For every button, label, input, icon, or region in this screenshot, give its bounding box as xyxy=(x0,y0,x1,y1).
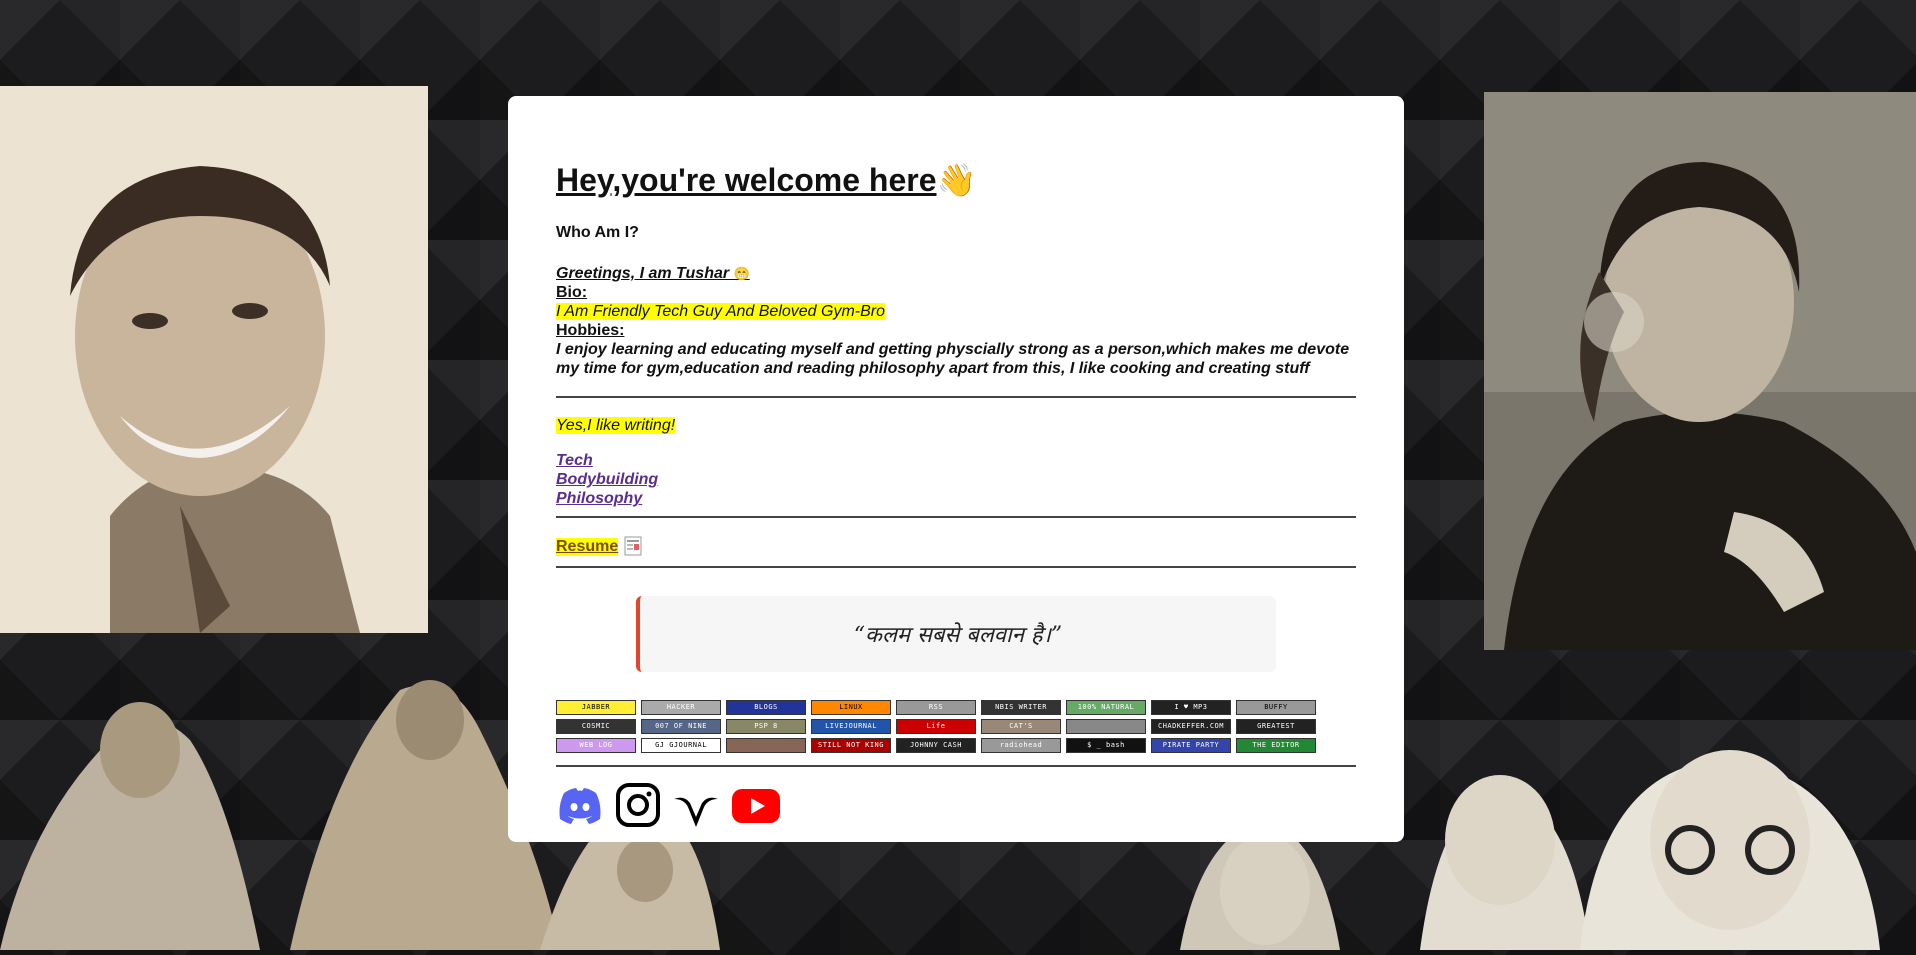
divider xyxy=(556,765,1356,767)
web-badge[interactable]: BUFFY xyxy=(1236,700,1316,715)
document-icon[interactable] xyxy=(624,536,642,556)
waving-hand-icon: 👋 xyxy=(936,162,977,198)
web-badge[interactable]: THE EDITOR xyxy=(1236,738,1316,753)
page-title-text: Hey,you're welcome here xyxy=(556,162,937,198)
link-philosophy[interactable]: Philosophy xyxy=(556,489,1356,508)
greeting-text: Greetings, I am Tushar 😁 xyxy=(556,265,750,282)
web-badge[interactable]: JABBER xyxy=(556,700,636,715)
resume-link[interactable]: Resume xyxy=(556,538,619,556)
divider xyxy=(556,516,1356,518)
web-badge[interactable]: BLOGS xyxy=(726,700,806,715)
link-bodybuilding[interactable]: Bodybuilding xyxy=(556,470,1356,489)
instagram-icon[interactable] xyxy=(614,781,662,829)
page-title: Hey,you're welcome here👋 xyxy=(556,160,1356,200)
web-badge[interactable]: 100% NATURAL xyxy=(1066,700,1146,715)
greeting-text-label: Greetings, I am Tushar xyxy=(556,265,734,282)
badge-grid: JABBER HACKER BLOGS LINUX RSS NBIS WRITER 100%… xyxy=(556,700,1316,753)
web-badge[interactable]: LINUX xyxy=(811,700,891,715)
social-links xyxy=(556,781,1356,829)
web-badge[interactable]: GJ GJOURNAL xyxy=(641,738,721,753)
link-tech[interactable]: Tech xyxy=(556,451,1356,470)
web-badge[interactable]: WEB LOG xyxy=(556,738,636,753)
who-am-i-heading: Who Am I? xyxy=(556,224,639,241)
youtube-icon[interactable] xyxy=(730,781,780,829)
web-badge[interactable]: RSS xyxy=(896,700,976,715)
web-badge[interactable]: GREATEST xyxy=(1236,719,1316,734)
divider xyxy=(556,396,1356,398)
quote-block: “कलम सबसे बलवान है।” xyxy=(636,596,1276,672)
web-badge[interactable] xyxy=(1066,719,1146,734)
vuejs-style-v-icon[interactable] xyxy=(672,781,720,829)
hobbies-label: Hobbies: xyxy=(556,322,625,339)
web-badge[interactable]: HACKER xyxy=(641,700,721,715)
writing-heading: Yes,I like writing! xyxy=(556,417,676,434)
divider xyxy=(556,566,1356,568)
web-badge[interactable]: JOHNNY CASH xyxy=(896,738,976,753)
web-badge[interactable]: PSP 8 xyxy=(726,719,806,734)
main-card: Hey,you're welcome here👋 Who Am I? Greet… xyxy=(508,96,1404,842)
writing-links: Tech Bodybuilding Philosophy xyxy=(556,451,1356,508)
alan-turing-photo xyxy=(0,86,428,633)
quote-text: “कलम सबसे बलवान है।” xyxy=(853,623,1063,648)
web-badge[interactable]: NBIS WRITER xyxy=(981,700,1061,715)
web-badge[interactable] xyxy=(726,738,806,753)
grin-emoji-icon: 😁 xyxy=(733,266,750,281)
discord-icon[interactable] xyxy=(556,781,604,829)
web-badge[interactable]: LIVEJOURNAL xyxy=(811,719,891,734)
web-badge[interactable]: $ _ bash xyxy=(1066,738,1146,753)
web-badge[interactable]: radiohead xyxy=(981,738,1061,753)
bio-label: Bio: xyxy=(556,284,588,301)
ada-lovelace-photo xyxy=(1484,92,1916,650)
web-badge[interactable]: PIRATE PARTY xyxy=(1151,738,1231,753)
web-badge[interactable]: 007 OF NINE xyxy=(641,719,721,734)
web-badge[interactable]: CAT'S xyxy=(981,719,1061,734)
web-badge[interactable]: COSMIC xyxy=(556,719,636,734)
web-badge[interactable]: STILL NOT KING xyxy=(811,738,891,753)
web-badge[interactable]: Life xyxy=(896,719,976,734)
web-badge[interactable]: I ♥ MP3 xyxy=(1151,700,1231,715)
hobbies-text: I enjoy learning and educating myself an… xyxy=(556,341,1350,377)
web-badge[interactable]: CHADKEFFER.COM xyxy=(1151,719,1231,734)
bio-text: I Am Friendly Tech Guy And Beloved Gym-B… xyxy=(556,303,886,320)
